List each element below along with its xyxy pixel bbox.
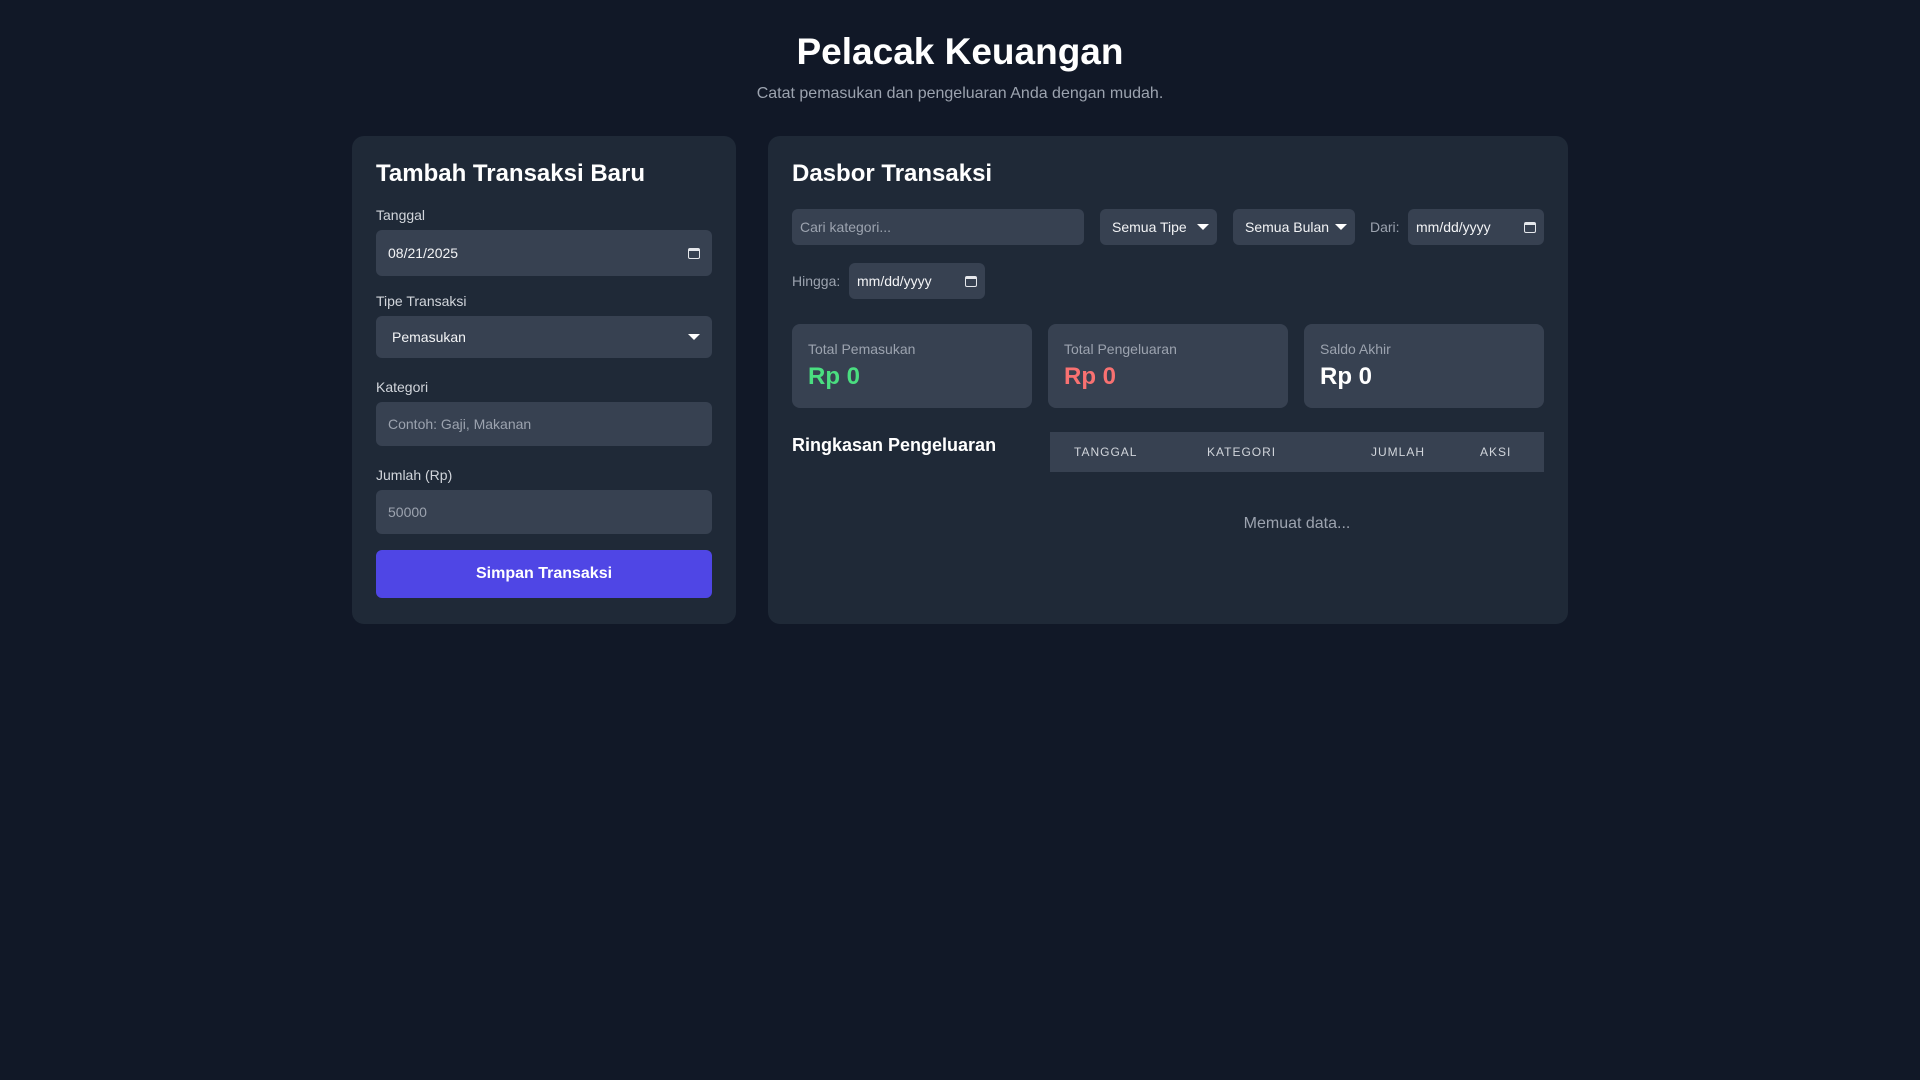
total-expense-value: Rp 0 xyxy=(1064,363,1117,390)
month-filter-select[interactable]: Semua Bulan xyxy=(1233,209,1355,245)
column-header-category: KATEGORI xyxy=(1207,445,1277,459)
type-field-group: Tipe Transaksi Pemasukan xyxy=(376,292,712,358)
category-field-group: Kategori Contoh: Gaji, Makanan xyxy=(376,378,712,446)
total-expense-label: Total Pengeluaran xyxy=(1064,341,1177,357)
from-date-placeholder: mm/dd/yyyy xyxy=(1416,219,1491,235)
type-filter-select[interactable]: Semua Tipe xyxy=(1100,209,1217,245)
total-expense-card: Total Pengeluaran Rp 0 xyxy=(1048,324,1288,408)
category-input[interactable]: Contoh: Gaji, Makanan xyxy=(376,402,712,446)
chevron-down-icon xyxy=(688,334,700,340)
month-filter-value: Semua Bulan xyxy=(1245,219,1330,235)
final-balance-card: Saldo Akhir Rp 0 xyxy=(1304,324,1544,408)
type-filter-value: Semua Tipe xyxy=(1112,219,1187,235)
column-header-date: TANGGAL xyxy=(1074,445,1138,459)
final-balance-label: Saldo Akhir xyxy=(1320,341,1391,357)
loading-text: Memuat data... xyxy=(1243,515,1351,532)
save-transaction-button[interactable]: Simpan Transaksi xyxy=(376,550,712,598)
column-header-action: AKSI xyxy=(1480,445,1512,459)
final-balance-value: Rp 0 xyxy=(1320,363,1373,390)
to-date-placeholder: mm/dd/yyyy xyxy=(857,273,932,289)
date-label: Tanggal xyxy=(376,207,426,223)
category-label: Kategori xyxy=(376,379,429,395)
expense-summary-title: Ringkasan Pengeluaran xyxy=(792,435,997,455)
column-header-amount: JUMLAH xyxy=(1371,445,1426,459)
calendar-icon[interactable] xyxy=(1524,221,1536,233)
date-value: 08/21/2025 xyxy=(388,245,459,261)
total-income-card: Total Pemasukan Rp 0 xyxy=(792,324,1032,408)
chevron-down-icon xyxy=(1197,224,1209,230)
from-date-input[interactable]: mm/dd/yyyy xyxy=(1408,209,1544,245)
to-label: Hingga: xyxy=(792,273,841,289)
amount-field-group: Jumlah (Rp) 50000 xyxy=(376,466,712,534)
search-placeholder: Cari kategori... xyxy=(800,219,892,235)
chevron-down-icon xyxy=(1335,224,1347,230)
from-label: Dari: xyxy=(1370,219,1400,235)
form-title: Tambah Transaksi Baru xyxy=(376,160,645,187)
date-input[interactable]: 08/21/2025 xyxy=(376,230,712,276)
category-placeholder: Contoh: Gaji, Makanan xyxy=(388,416,532,432)
date-field-group: Tanggal 08/21/2025 xyxy=(376,206,712,276)
page-title: Pelacak Keuangan xyxy=(796,31,1124,72)
total-income-label: Total Pemasukan xyxy=(808,341,916,357)
dashboard-title: Dasbor Transaksi xyxy=(792,160,993,187)
amount-placeholder: 50000 xyxy=(388,504,427,520)
calendar-icon[interactable] xyxy=(965,275,977,287)
type-select-value: Pemasukan xyxy=(392,329,466,345)
to-date-input[interactable]: mm/dd/yyyy xyxy=(849,263,985,299)
total-income-value: Rp 0 xyxy=(808,363,861,390)
type-label: Tipe Transaksi xyxy=(376,293,467,309)
search-category-input[interactable]: Cari kategori... xyxy=(792,209,1084,245)
transactions-table-header: TANGGAL KATEGORI JUMLAH AKSI xyxy=(1050,432,1544,472)
amount-label: Jumlah (Rp) xyxy=(376,467,453,483)
page-header: Pelacak Keuangan Catat pemasukan dan pen… xyxy=(0,30,1920,104)
amount-input[interactable]: 50000 xyxy=(376,490,712,534)
type-select[interactable]: Pemasukan xyxy=(376,316,712,358)
add-transaction-card: Tambah Transaksi Baru Tanggal 08/21/2025… xyxy=(352,136,736,624)
dashboard-card: Dasbor Transaksi Cari kategori... Semua … xyxy=(768,136,1568,624)
calendar-icon[interactable] xyxy=(688,247,700,259)
page-subtitle: Catat pemasukan dan pengeluaran Anda den… xyxy=(756,85,1164,102)
